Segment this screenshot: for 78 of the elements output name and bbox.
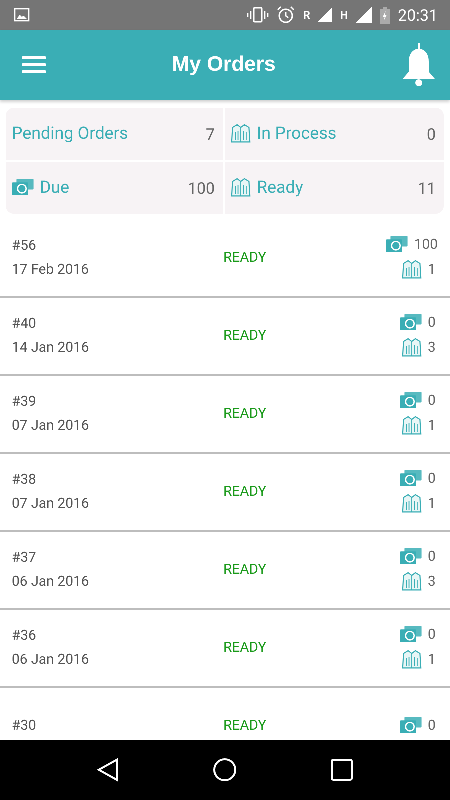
screen-title: My Orders [171,53,277,77]
recents-icon[interactable] [331,759,353,781]
menu-icon[interactable] [22,56,46,74]
due-amount: 0 [428,627,437,643]
order-number: #36 [12,628,38,644]
image-icon [14,8,30,22]
jacket-icon [231,178,251,198]
order-status: READY [222,328,268,344]
due-amount: 0 [428,393,437,409]
item-count: 1 [428,262,437,278]
order-date: 07 Jan 2016 [12,418,90,434]
order-row[interactable]: #40 14 Jan 2016 READY 0 3 [0,298,450,376]
order-date: 17 Feb 2016 [12,262,90,278]
item-count: 1 [428,418,437,434]
summary-count: 0 [427,124,436,144]
vibrate-icon [247,7,270,23]
due-amount: 100 [414,237,438,253]
money-icon [386,236,408,254]
battery-icon [380,6,390,24]
summary-label: Ready [257,178,304,198]
due-amount: 0 [428,718,437,734]
order-number: #30 [12,718,38,734]
item-count: 3 [428,574,437,590]
jacket-icon [402,494,422,514]
clock-time: 20:31 [398,6,438,24]
item-count: 1 [428,652,437,668]
order-status: READY [222,250,268,266]
money-icon [400,392,422,410]
order-row[interactable]: #39 07 Jan 2016 READY 0 1 [0,376,450,454]
order-number: #37 [12,550,38,566]
item-count: 1 [428,496,437,512]
bell-icon[interactable] [402,43,436,87]
roaming-indicator: R [303,8,310,22]
order-status: READY [222,640,268,656]
money-icon [400,626,422,644]
jacket-icon [402,338,422,358]
summary-label: Pending Orders [12,124,130,144]
jacket-icon [402,260,422,280]
order-date: 07 Jan 2016 [12,496,90,512]
money-icon [400,548,422,566]
back-icon[interactable] [97,758,119,782]
jacket-icon [402,572,422,592]
order-row[interactable]: #56 17 Feb 2016 READY 100 1 [0,220,450,298]
order-row[interactable]: #36 06 Jan 2016 READY 0 1 [0,610,450,688]
order-status: READY [222,484,268,500]
order-date: 06 Jan 2016 [12,652,90,668]
money-icon [400,314,422,332]
signal-icon [318,8,332,22]
order-number: #38 [12,472,38,488]
due-amount: 0 [428,549,437,565]
summary-count: 11 [418,178,436,198]
order-date: 14 Jan 2016 [12,340,90,356]
order-status: READY [222,718,268,734]
alarm-icon [277,6,296,24]
jacket-icon [402,650,422,670]
money-icon [400,470,422,488]
order-row[interactable]: #38 07 Jan 2016 READY 0 1 [0,454,450,532]
home-icon[interactable] [213,758,237,782]
jacket-icon [231,124,251,144]
order-date: 06 Jan 2016 [12,574,90,590]
order-status: READY [222,406,268,422]
due-amount: 0 [428,471,437,487]
order-number: #40 [12,316,38,332]
signal-icon [356,7,372,23]
order-number: #56 [12,238,38,254]
money-icon [12,179,34,197]
item-count: 3 [428,340,437,356]
order-status: READY [222,562,268,578]
network-type: H [340,8,348,22]
jacket-icon [402,416,422,436]
order-number: #39 [12,394,38,410]
summary-label: In Process [257,124,338,144]
money-icon [400,717,422,735]
due-amount: 0 [428,315,437,331]
order-row[interactable]: #37 06 Jan 2016 READY 0 3 [0,532,450,610]
summary-count: 100 [188,178,215,198]
summary-count: 7 [206,124,215,144]
summary-label: Due [40,178,71,198]
